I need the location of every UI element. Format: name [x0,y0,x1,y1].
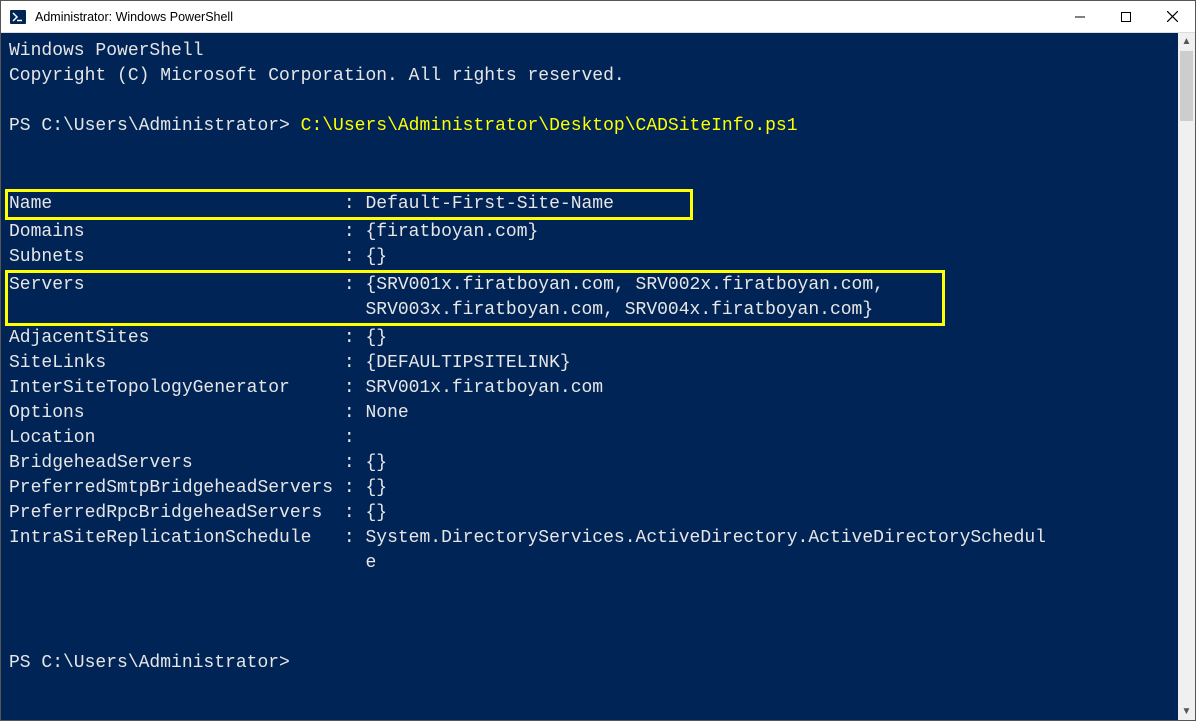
scrollbar[interactable]: ▲ ▼ [1178,33,1195,720]
terminal-area: Windows PowerShell Copyright (C) Microso… [1,33,1195,720]
row-pad-servers2 [9,300,365,320]
highlight-name: Name : Default-First-Site-Name [5,189,693,220]
prompt-2: PS C:\Users\Administrator> [9,653,290,673]
maximize-button[interactable] [1103,1,1149,32]
row-value-istg: SRV001x.firatboyan.com [365,378,603,398]
scroll-up-icon[interactable]: ▲ [1178,33,1195,50]
window-controls [1057,1,1195,32]
row-value-domains: {firatboyan.com} [365,222,538,242]
row-value-sched2: e [365,553,376,573]
row-value-subnets: {} [365,247,387,267]
row-label-bridgehead: BridgeheadServers : [9,453,365,473]
command-text: C:\Users\Administrator\Desktop\CADSiteIn… [301,116,798,136]
row-value-servers1: {SRV001x.firatboyan.com, SRV002x.firatbo… [365,275,883,295]
row-value-prefsmtp: {} [365,478,387,498]
row-label-location: Location : [9,428,365,448]
close-button[interactable] [1149,1,1195,32]
titlebar[interactable]: Administrator: Windows PowerShell [1,1,1195,33]
scrollbar-thumb[interactable] [1180,51,1193,121]
row-label-istg: InterSiteTopologyGenerator : [9,378,365,398]
ps-header-line1: Windows PowerShell [9,41,203,61]
row-value-bridgehead: {} [365,453,387,473]
row-value-sitelinks: {DEFAULTIPSITELINK} [365,353,570,373]
prompt: PS C:\Users\Administrator> [9,116,301,136]
powershell-window: Administrator: Windows PowerShell Window… [0,0,1196,721]
row-label-domains: Domains : [9,222,365,242]
row-value-options: None [365,403,408,423]
powershell-icon [9,8,27,26]
minimize-button[interactable] [1057,1,1103,32]
row-pad-sched2 [9,553,365,573]
row-label-options: Options : [9,403,365,423]
terminal[interactable]: Windows PowerShell Copyright (C) Microso… [1,33,1178,720]
row-value-servers2: SRV003x.firatboyan.com, SRV004x.firatboy… [365,300,873,320]
highlight-servers: Servers : {SRV001x.firatboyan.com, SRV00… [5,270,945,326]
row-label-prefrpc: PreferredRpcBridgeheadServers : [9,503,365,523]
scroll-down-icon[interactable]: ▼ [1178,703,1195,720]
row-value-name: Default-First-Site-Name [365,194,613,214]
row-label-prefsmtp: PreferredSmtpBridgeheadServers : [9,478,365,498]
row-label-adjacent: AdjacentSites : [9,328,365,348]
row-label-sitelinks: SiteLinks : [9,353,365,373]
window-title: Administrator: Windows PowerShell [35,10,233,24]
row-value-sched1: System.DirectoryServices.ActiveDirectory… [365,528,1046,548]
row-label-subnets: Subnets : [9,247,365,267]
row-label-sched: IntraSiteReplicationSchedule : [9,528,365,548]
ps-header-line2: Copyright (C) Microsoft Corporation. All… [9,66,625,86]
row-value-adjacent: {} [365,328,387,348]
row-label-servers: Servers : [9,275,365,295]
row-label-name: Name : [9,194,365,214]
row-value-prefrpc: {} [365,503,387,523]
